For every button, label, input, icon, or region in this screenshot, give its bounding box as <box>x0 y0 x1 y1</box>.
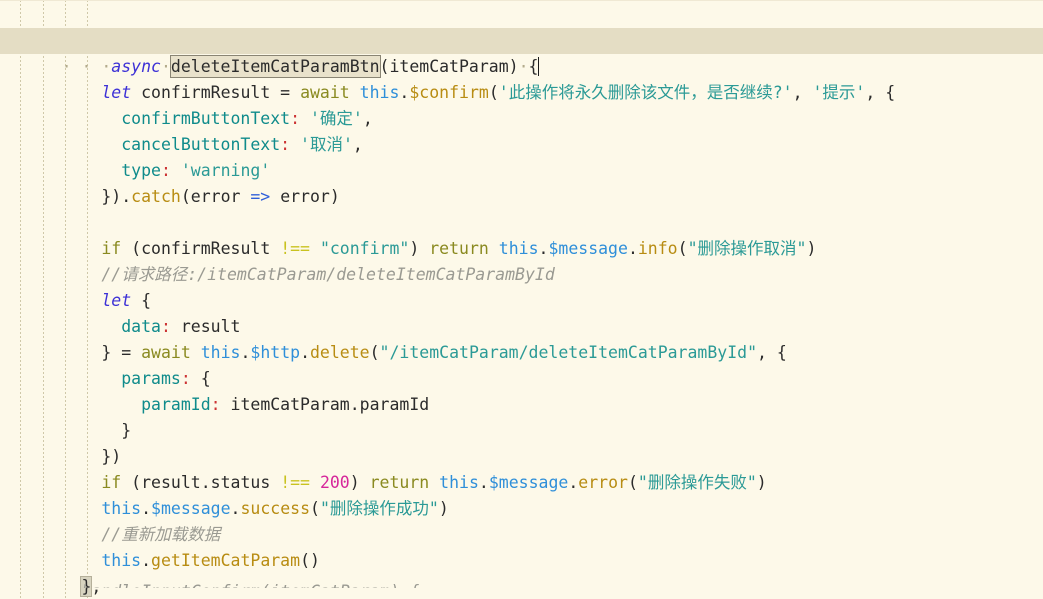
code-line[interactable]: cancelButtonText: '取消', <box>0 106 1043 132</box>
editor-top-rule <box>0 0 1043 1</box>
code-line[interactable]: let confirmResult = await this.$confirm(… <box>0 54 1043 80</box>
code-line[interactable]: }).catch(error => error) <box>0 158 1043 184</box>
code-line[interactable]: type: 'warning' <box>0 132 1043 158</box>
code-line-blank[interactable] <box>0 184 1043 210</box>
code-line[interactable]: if (result.status !== 200) return this.$… <box>0 444 1043 470</box>
code-line[interactable]: this.getItemCatParam() <box>0 522 1043 548</box>
code-line[interactable]: if (confirmResult !== "confirm") return … <box>0 210 1043 236</box>
code-line[interactable]: //请求路径:/itemCatParam/deleteItemCatParamB… <box>0 236 1043 262</box>
code-line[interactable]: //实现商品删除操作 <box>0 0 1043 28</box>
code-line-current[interactable]: · · ·async·deleteItemCatParamBtn(itemCat… <box>0 28 1043 54</box>
code-line[interactable]: let { <box>0 262 1043 288</box>
code-line[interactable]: confirmButtonText: '确定', <box>0 80 1043 106</box>
code-line[interactable]: this.$message.success("删除操作成功") <box>0 470 1043 496</box>
next-function-signature: handleInputConfirm(itemCatParam) { <box>81 582 419 588</box>
code-line[interactable]: params: { <box>0 340 1043 366</box>
code-line[interactable]: } <box>0 392 1043 418</box>
code-line[interactable]: paramId: itemCatParam.paramId <box>0 366 1043 392</box>
code-line[interactable]: }, <box>0 548 1043 574</box>
code-line-clipped[interactable]: handleInputConfirm(itemCatParam) { <box>0 574 1043 588</box>
code-area[interactable]: //实现商品删除操作 · · ·async·deleteItemCatParam… <box>0 0 1043 588</box>
code-editor[interactable]: //实现商品删除操作 · · ·async·deleteItemCatParam… <box>0 0 1043 599</box>
code-line[interactable]: } = await this.$http.delete("/itemCatPar… <box>0 314 1043 340</box>
code-line[interactable]: data: result <box>0 288 1043 314</box>
code-line[interactable]: //重新加载数据 <box>0 496 1043 522</box>
code-line[interactable]: }) <box>0 418 1043 444</box>
